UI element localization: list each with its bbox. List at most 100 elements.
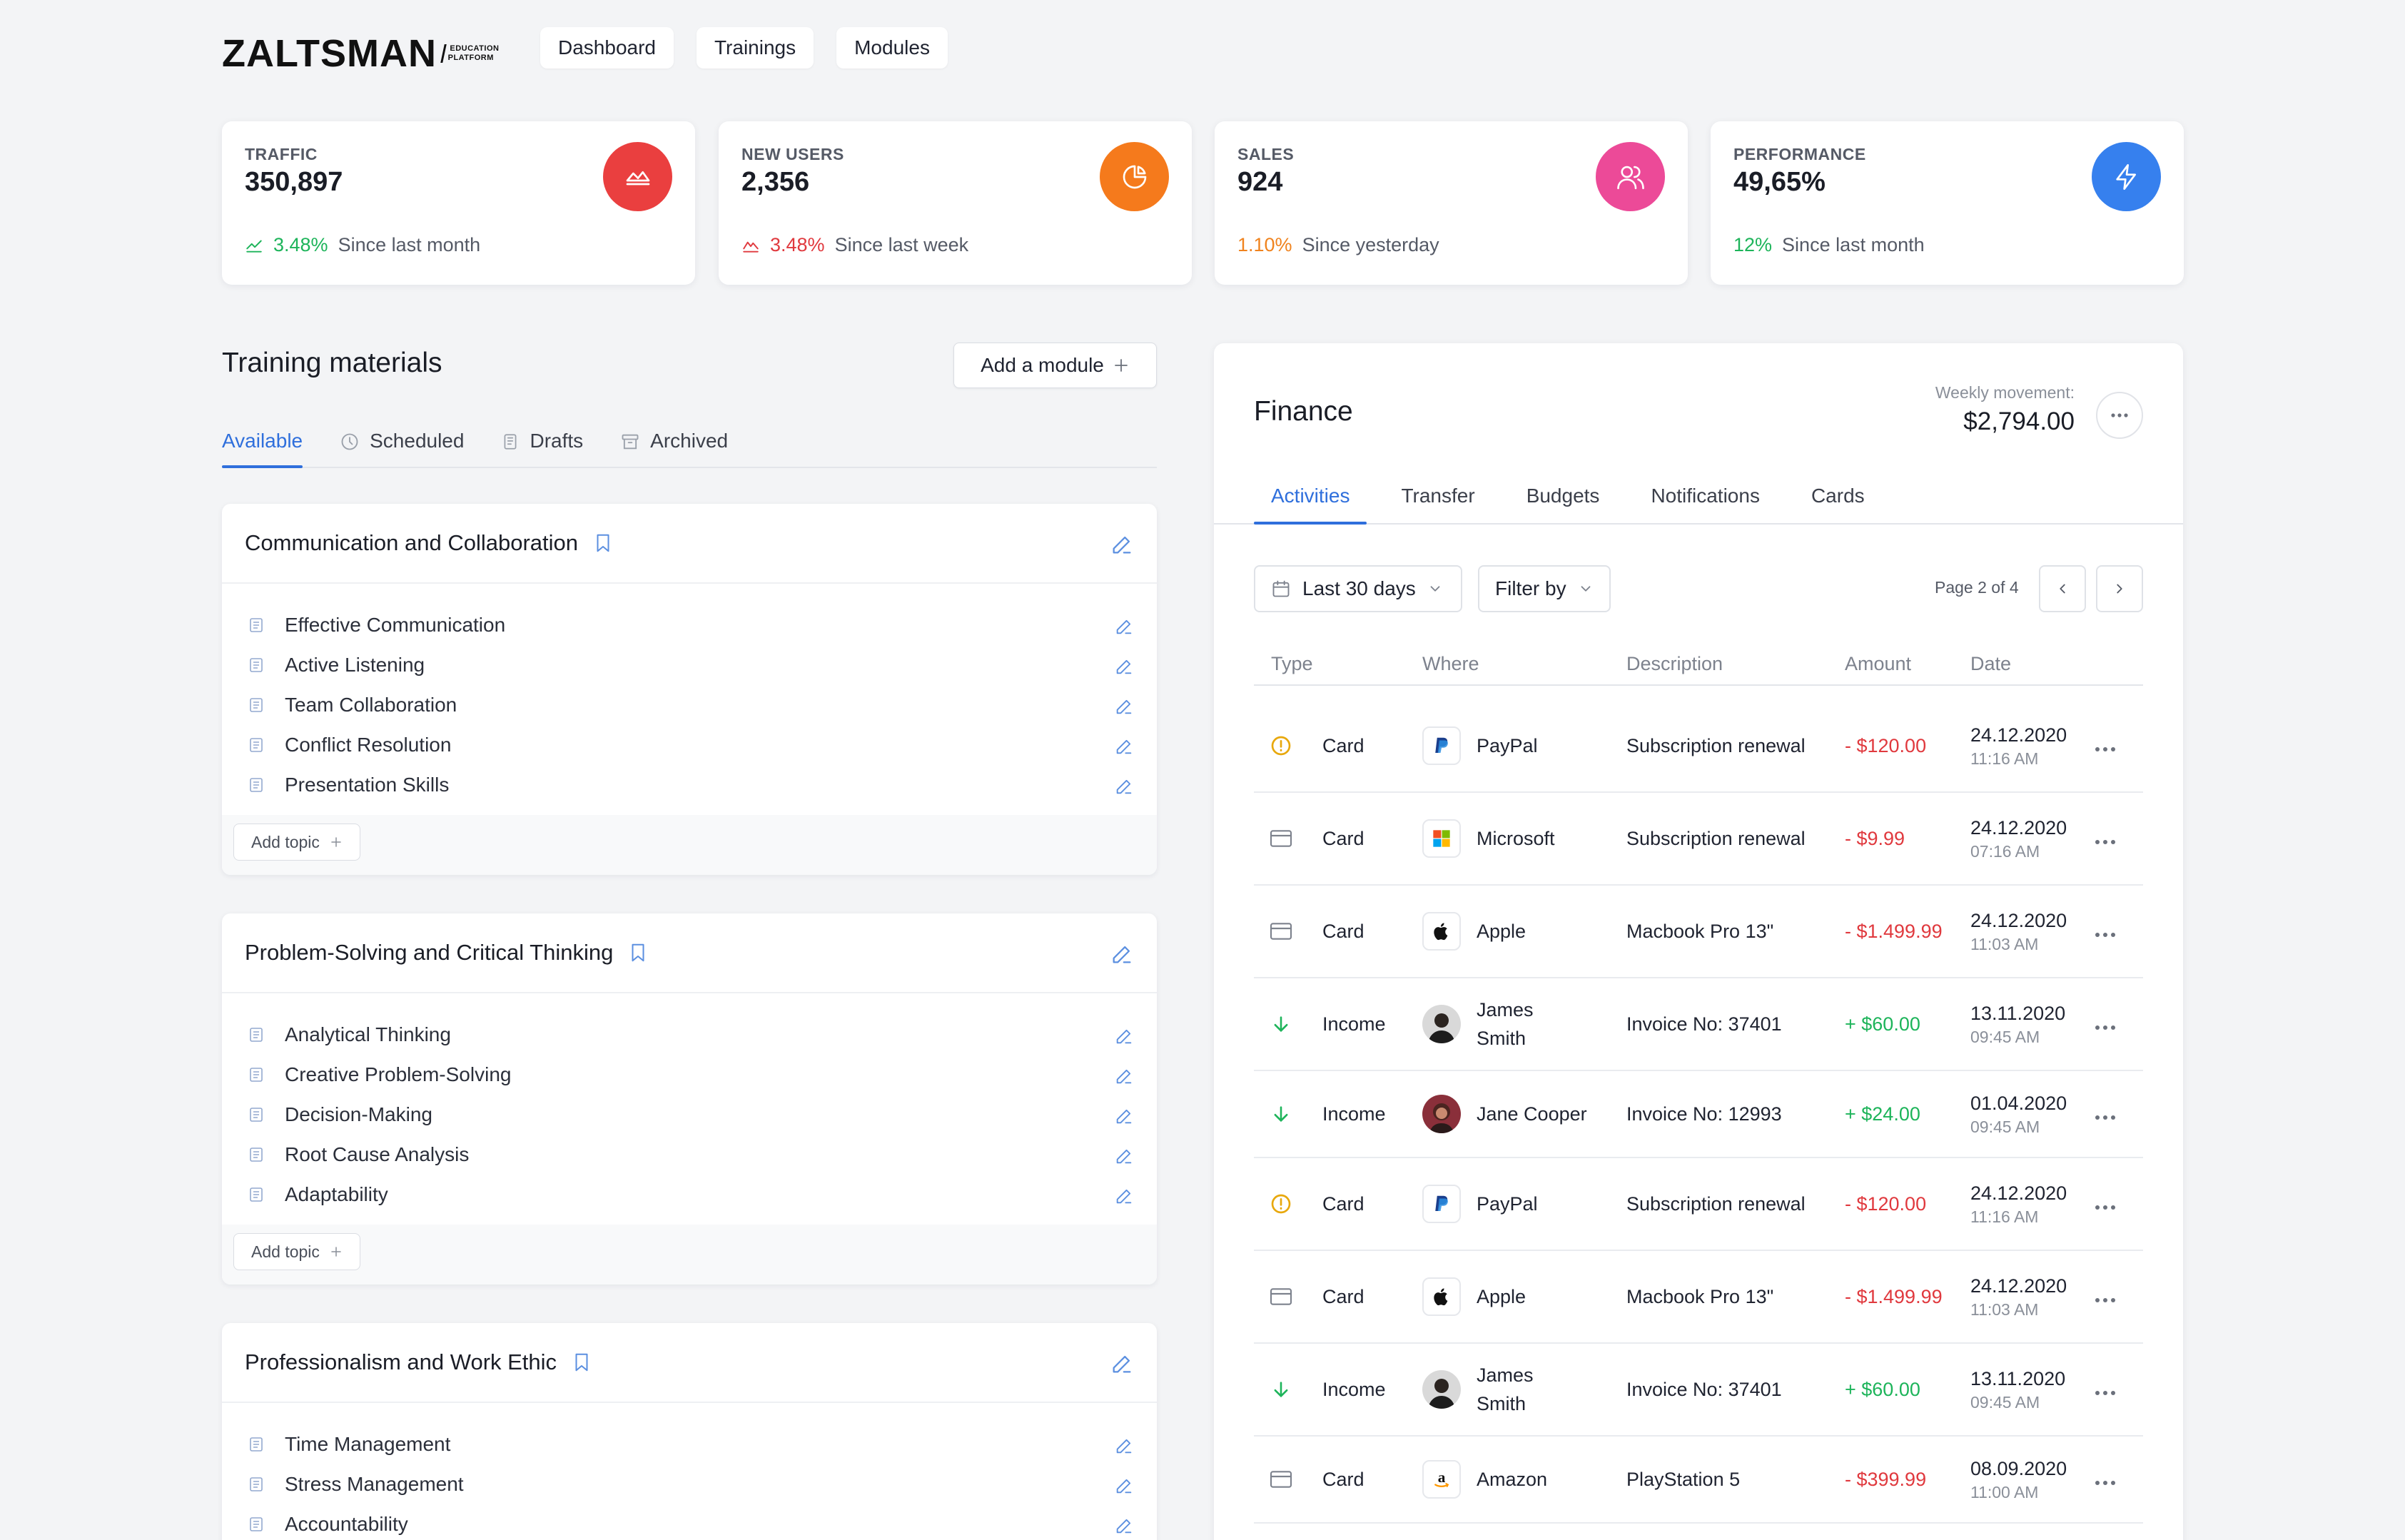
row-date-value: 08.09.2020 <box>1970 1458 2067 1479</box>
topic-item[interactable]: Decision-Making <box>222 1095 1157 1135</box>
row-where: Jane Cooper <box>1477 1103 1587 1125</box>
topic-item[interactable]: Time Management <box>222 1424 1157 1464</box>
stat-label: SALES <box>1237 145 1295 163</box>
edit-icon[interactable] <box>1110 942 1134 966</box>
next-page-button[interactable] <box>2096 565 2143 612</box>
add-topic-button[interactable]: Add topic <box>233 1233 360 1270</box>
table-row[interactable]: Card PayPal Subscription renewal - $120.… <box>1254 699 2143 793</box>
stat-label: NEW USERS <box>741 145 844 163</box>
add-module-button[interactable]: Add a module <box>953 343 1157 388</box>
tab-available[interactable]: Available <box>222 427 303 468</box>
row-amount: - $399.99 <box>1845 1469 1927 1490</box>
table-row[interactable]: Income Jane Cooper Invoice No: 12993 + $… <box>1254 1071 2143 1158</box>
topic-item[interactable]: Active Listening <box>222 645 1157 685</box>
module-footer: Add topic <box>222 1225 1157 1285</box>
brand-logo[interactable]: ZALTSMAN EDUCATION PLATFORM <box>222 31 500 76</box>
edit-icon[interactable] <box>1114 1026 1134 1046</box>
tab-notifications[interactable]: Notifications <box>1634 483 1777 523</box>
row-more-icon[interactable] <box>2095 1010 2116 1038</box>
edit-icon[interactable] <box>1114 1066 1134 1086</box>
row-where: James Smith <box>1477 999 1534 1049</box>
nav-trainings[interactable]: Trainings <box>696 27 814 69</box>
nav-modules[interactable]: Modules <box>836 27 948 69</box>
edit-icon[interactable] <box>1114 1516 1134 1536</box>
stat-footer: 12% Since last month <box>1733 234 1925 256</box>
row-more-icon[interactable] <box>2095 1282 2116 1311</box>
row-more-icon[interactable] <box>2095 1190 2116 1218</box>
filter-by-dropdown[interactable]: Filter by <box>1478 565 1611 612</box>
bookmark-icon[interactable] <box>592 531 614 555</box>
topic-label: Analytical Thinking <box>285 1023 451 1045</box>
prev-page-button[interactable] <box>2039 565 2086 612</box>
topic-item[interactable]: Stress Management <box>222 1464 1157 1504</box>
row-more-icon[interactable] <box>2095 1375 2116 1404</box>
edit-icon[interactable] <box>1114 1146 1134 1166</box>
edit-icon[interactable] <box>1110 532 1134 557</box>
edit-icon[interactable] <box>1114 1106 1134 1126</box>
topic-item[interactable]: Effective Communication <box>222 605 1157 645</box>
row-more-icon[interactable] <box>2095 824 2116 853</box>
edit-icon[interactable] <box>1114 1186 1134 1206</box>
add-topic-button[interactable]: Add topic <box>233 824 360 861</box>
topic-item[interactable]: Root Cause Analysis <box>222 1135 1157 1175</box>
table-row[interactable]: Card Microsoft Subscription renewal - $9… <box>1254 793 2143 886</box>
table-row[interactable]: Card Apple Macbook Pro 13" - $1.499.99 2… <box>1254 886 2143 978</box>
table-row[interactable]: Card Apple Macbook Pro 13" - $1.499.99 2… <box>1254 1251 2143 1344</box>
edit-icon[interactable] <box>1114 1436 1134 1456</box>
topic-label: Effective Communication <box>285 614 506 636</box>
topic-label: Stress Management <box>285 1473 464 1495</box>
module-header: Professionalism and Work Ethic <box>222 1323 1157 1403</box>
table-row[interactable]: Income James Smith Invoice No: 37401 + $… <box>1254 1344 2143 1437</box>
arrow-down-icon <box>1270 1013 1292 1035</box>
document-icon <box>250 618 263 632</box>
row-time: 07:16 AM <box>1970 842 2040 861</box>
edit-icon[interactable] <box>1114 776 1134 796</box>
nav-dashboard[interactable]: Dashboard <box>540 27 674 69</box>
edit-icon[interactable] <box>1114 657 1134 677</box>
topic-item[interactable]: Conflict Resolution <box>222 725 1157 765</box>
tab-label: Archived <box>650 430 729 452</box>
topic-item[interactable]: Accountability <box>222 1504 1157 1540</box>
topic-list: Time Management Stress Management Accoun… <box>222 1403 1157 1540</box>
row-more-icon[interactable] <box>2095 917 2116 946</box>
row-type: Card <box>1322 1193 1364 1215</box>
edit-icon[interactable] <box>1114 1476 1134 1496</box>
row-date-value: 24.12.2020 <box>1970 817 2067 839</box>
table-row[interactable]: Income James Smith Invoice No: 37401 + $… <box>1254 978 2143 1071</box>
document-icon <box>250 1028 263 1042</box>
date-range-dropdown[interactable]: Last 30 days <box>1254 565 1462 612</box>
topic-item[interactable]: Analytical Thinking <box>222 1015 1157 1055</box>
row-where: Apple <box>1477 921 1526 942</box>
calendar-icon <box>1272 580 1290 597</box>
topic-item[interactable]: Creative Problem-Solving <box>222 1055 1157 1095</box>
row-more-icon[interactable] <box>2095 1465 2116 1494</box>
edit-icon[interactable] <box>1114 617 1134 637</box>
edit-icon[interactable] <box>1114 736 1134 756</box>
tab-budgets[interactable]: Budgets <box>1509 483 1617 523</box>
pie-chart-icon <box>1100 142 1169 211</box>
tab-activities[interactable]: Activities <box>1254 483 1367 525</box>
col-date: Date <box>1970 653 2012 674</box>
module-title: Problem-Solving and Critical Thinking <box>245 940 614 965</box>
tab-cards[interactable]: Cards <box>1794 483 1882 523</box>
chevron-down-icon <box>1430 586 1440 592</box>
table-row[interactable]: Card a Amazon PlayStation 5 - $399.99 08… <box>1254 1437 2143 1524</box>
topic-item[interactable]: Adaptability <box>222 1175 1157 1215</box>
bookmark-icon[interactable] <box>571 1350 592 1374</box>
more-options-button[interactable] <box>2096 392 2143 439</box>
table-row[interactable]: Card PayPal Subscription renewal - $120.… <box>1254 1158 2143 1251</box>
edit-icon[interactable] <box>1114 696 1134 716</box>
trend-down-icon <box>743 241 759 253</box>
bookmark-icon[interactable] <box>627 941 649 965</box>
row-more-icon[interactable] <box>2095 1100 2116 1128</box>
tab-archived[interactable]: Archived <box>620 427 728 467</box>
stat-period: Since last month <box>338 234 481 255</box>
row-more-icon[interactable] <box>2095 731 2116 760</box>
tab-transfer[interactable]: Transfer <box>1384 483 1492 523</box>
paypal-icon <box>1422 1185 1461 1223</box>
tab-scheduled[interactable]: Scheduled <box>340 427 464 467</box>
topic-item[interactable]: Team Collaboration <box>222 685 1157 725</box>
tab-drafts[interactable]: Drafts <box>501 427 583 467</box>
edit-icon[interactable] <box>1110 1352 1134 1376</box>
topic-item[interactable]: Presentation Skills <box>222 765 1157 805</box>
